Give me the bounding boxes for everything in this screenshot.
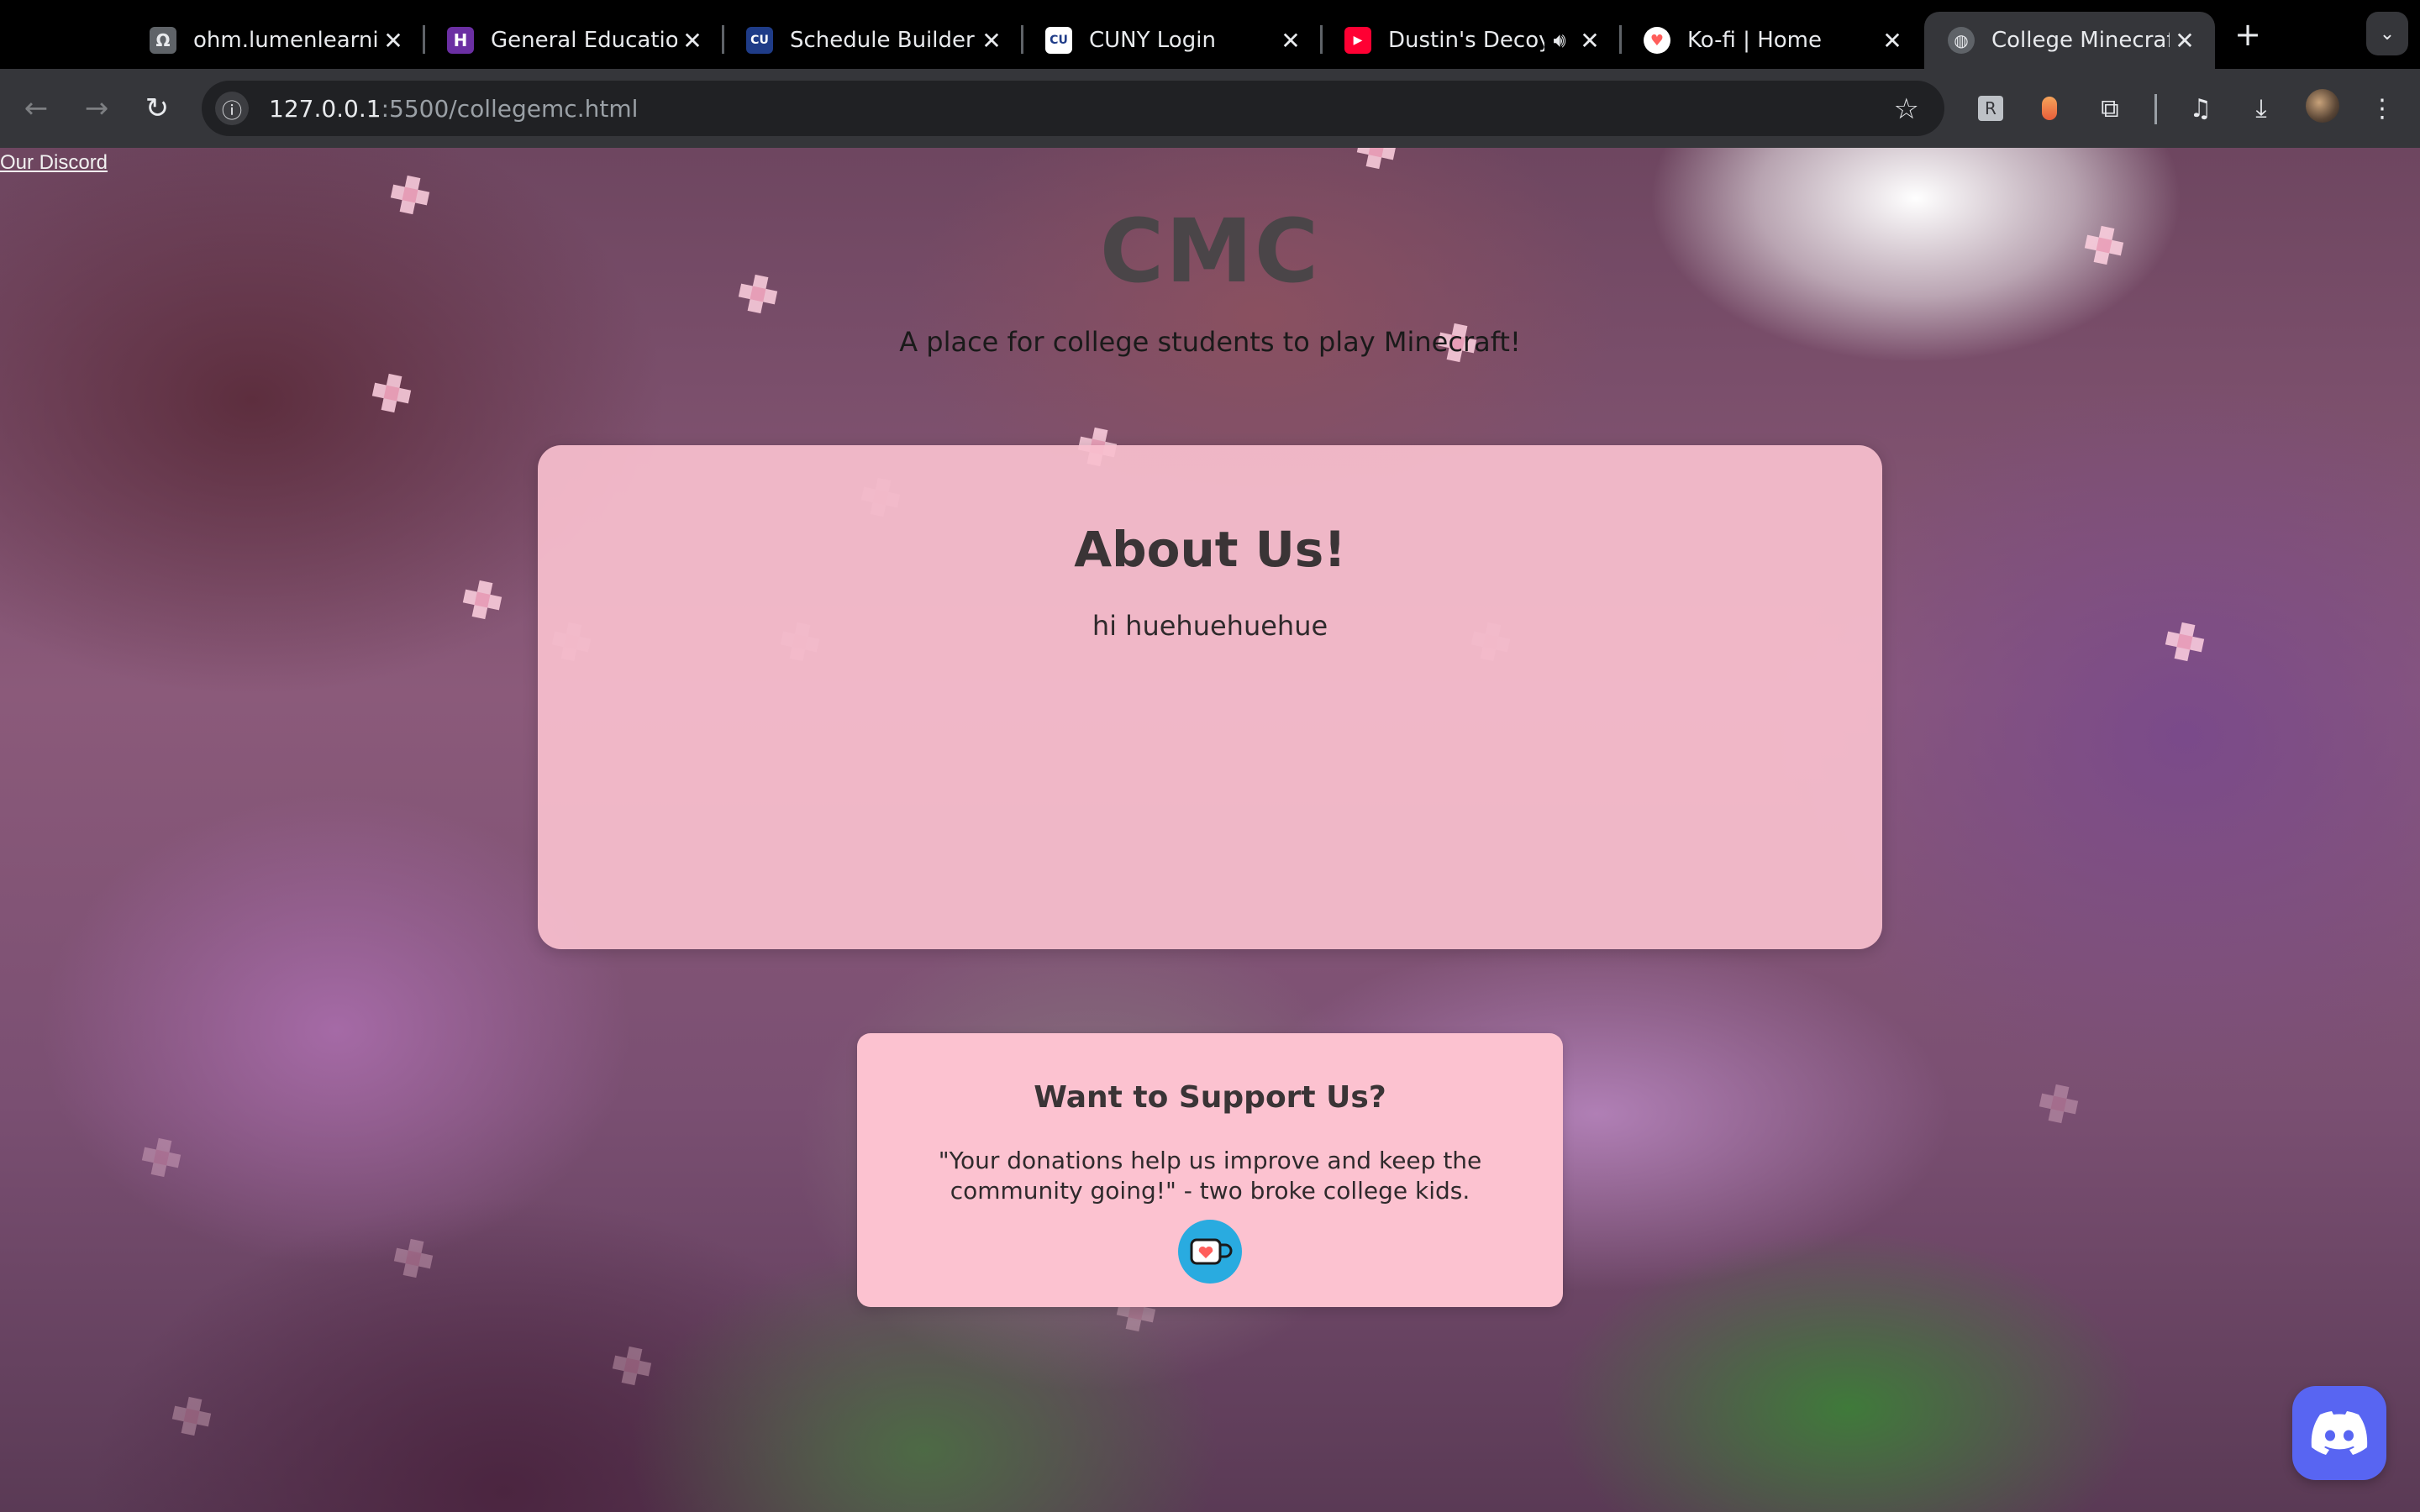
petal-icon — [2036, 1081, 2081, 1126]
tab-college-minecraft[interactable]: ◍ College Minecraft! ✕ — [1924, 12, 2215, 69]
reload-button[interactable]: ↻ — [138, 89, 176, 128]
petal-icon — [169, 1394, 214, 1439]
kofi-icon: ♥ — [1644, 27, 1670, 54]
petal-icon — [609, 1343, 655, 1389]
globe-icon: ◍ — [1948, 27, 1975, 54]
petal-icon — [391, 1236, 436, 1281]
petal-icon — [139, 1135, 184, 1180]
tab-title: Dustin's Decoy — [1388, 28, 1544, 53]
tab-schedule-builder[interactable]: CU Schedule Builder ✕ — [723, 12, 1023, 69]
download-icon[interactable]: ⤓ — [2242, 89, 2281, 128]
url-text[interactable]: 127.0.0.1:5500/collegemc.html — [269, 95, 638, 123]
extension-honey-icon[interactable] — [2030, 89, 2069, 128]
support-quote: "Your donations help us improve and keep… — [938, 1147, 1482, 1205]
tab-dustins-decoy[interactable]: ▶ Dustin's Decoy 🔊︎ ✕ — [1321, 12, 1622, 69]
bookmark-star-icon[interactable]: ☆ — [1894, 92, 1919, 126]
about-card: About Us! hi huehuehuehue — [538, 445, 1882, 949]
extensions-puzzle-icon[interactable]: ⧉ — [2091, 89, 2129, 128]
tab-title: College Minecraft! — [1991, 28, 2170, 53]
tab-title: CUNY Login — [1089, 28, 1216, 53]
tab-general-education[interactable]: H General Education ✕ — [424, 12, 724, 69]
petal-icon — [1354, 148, 1399, 172]
tab-title: General Education — [491, 28, 677, 53]
discord-icon — [2311, 1411, 2368, 1455]
site-info-icon[interactable]: ⓘ — [215, 92, 249, 125]
tab-title: ohm.lumenlearning — [193, 28, 378, 53]
extension-r-icon[interactable]: R — [1971, 89, 2010, 128]
petal-icon — [460, 577, 505, 622]
about-text: hi huehuehuehue — [1092, 610, 1328, 642]
tab-cuny-login[interactable]: CU CUNY Login ✕ — [1022, 12, 1323, 69]
speaker-icon[interactable]: 🔊︎ — [1544, 29, 1575, 52]
omega-icon: Ω — [150, 27, 176, 54]
discord-widget-button[interactable] — [2292, 1386, 2386, 1480]
url-host: 127.0.0.1 — [269, 94, 381, 123]
tab-title: Schedule Builder — [790, 28, 975, 53]
tab-strip: Ω ohm.lumenlearning ✕ H General Educatio… — [0, 0, 2420, 69]
cuny-icon: CU — [1045, 27, 1072, 54]
browser-toolbar: ← → ↻ ⓘ 127.0.0.1:5500/collegemc.html ☆ … — [0, 69, 2420, 148]
close-icon[interactable]: ✕ — [2170, 27, 2200, 55]
kofi-cup-icon — [1190, 1238, 1233, 1265]
petal-icon — [2162, 619, 2207, 664]
petal-icon — [369, 370, 414, 416]
support-heading: Want to Support Us? — [1034, 1080, 1386, 1115]
close-icon[interactable]: ✕ — [378, 27, 408, 55]
page-title: CMC — [1099, 200, 1321, 302]
page-tagline: A place for college students to play Min… — [899, 326, 1521, 358]
youtube-icon: ▶ — [1344, 27, 1371, 54]
close-icon[interactable]: ✕ — [1877, 27, 1907, 55]
tab-kofi-home[interactable]: ♥ Ko-fi | Home ✕ — [1620, 12, 1923, 69]
url-path: :5500/collegemc.html — [381, 94, 639, 123]
back-button[interactable]: ← — [17, 89, 55, 128]
media-controls-icon[interactable]: ♫ — [2181, 89, 2220, 128]
close-icon[interactable]: ✕ — [976, 27, 1007, 55]
menu-kebab-icon[interactable]: ⋮ — [2363, 89, 2402, 128]
cuny-icon: CU — [746, 27, 773, 54]
tab-search-button[interactable]: ⌄ — [2366, 12, 2408, 55]
forward-button[interactable]: → — [77, 89, 116, 128]
page-viewport: Our Discord CMC A place for college stud… — [0, 148, 2420, 1512]
address-bar[interactable]: ⓘ 127.0.0.1:5500/collegemc.html ☆ — [202, 81, 1944, 136]
close-icon[interactable]: ✕ — [1276, 27, 1306, 55]
kofi-button[interactable] — [1178, 1220, 1242, 1284]
profile-avatar[interactable] — [2306, 89, 2339, 123]
close-icon[interactable]: ✕ — [1575, 27, 1605, 55]
tab-title: Ko-fi | Home — [1687, 28, 1822, 53]
toolbar-separator — [2154, 94, 2157, 124]
h-logo-icon: H — [447, 27, 474, 54]
new-tab-button[interactable]: + — [2227, 12, 2269, 57]
about-heading: About Us! — [1074, 521, 1346, 578]
close-icon[interactable]: ✕ — [677, 27, 708, 55]
discord-link[interactable]: Our Discord — [0, 151, 108, 175]
tab-ohm[interactable]: Ω ohm.lumenlearning ✕ — [126, 12, 425, 69]
support-card: Want to Support Us? "Your donations help… — [857, 1033, 1563, 1307]
